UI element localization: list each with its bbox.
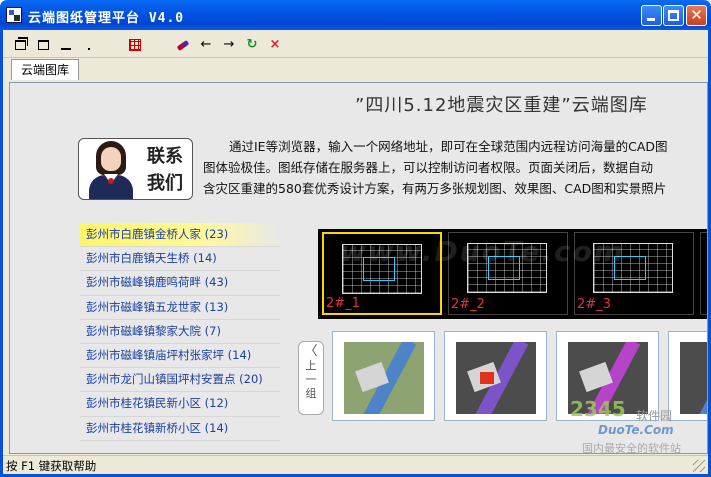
page-title: ”四川5.12地震灾区重建”云端图库	[355, 95, 648, 116]
intro-text: 通过IE等浏览器，输入一个网络地址，即可在全球范围内远程访问海量的CAD图 图体…	[203, 136, 707, 199]
rendering-thumbnail[interactable]	[444, 331, 547, 421]
watermark-logo-text: 2345	[570, 397, 626, 421]
watermark-logo-text: DuoTe.Com	[598, 423, 674, 437]
grid-button[interactable]	[127, 37, 143, 53]
maximize-view-button[interactable]	[35, 37, 51, 53]
minimize-icon	[61, 48, 71, 50]
contact-us-label: 联系我们	[147, 146, 183, 194]
close-button[interactable]: ✕	[686, 5, 707, 26]
tab-bar: 云端图库	[3, 57, 708, 80]
app-icon	[6, 7, 22, 23]
forward-arrow-icon: →	[223, 37, 235, 52]
prev-label-char: 组	[305, 387, 317, 400]
restore-icon	[14, 37, 28, 50]
back-button[interactable]: ←	[198, 37, 214, 53]
stop-button[interactable]: ×	[267, 37, 283, 53]
project-list-item[interactable]: 彭州市磁峰镇庙坪村张家坪 (14)	[80, 344, 280, 369]
previous-group-button[interactable]: 〈 上 一 组	[298, 341, 324, 415]
resize-grip-icon[interactable]	[693, 460, 705, 472]
grid-icon	[129, 39, 141, 51]
refresh-icon: ↻	[246, 37, 258, 52]
project-list-item[interactable]: 彭州市桂花镇民新小区 (12)	[80, 392, 280, 417]
contact-us-button[interactable]: 联系我们	[78, 138, 193, 200]
toolbar: ← → ↻ ×	[3, 33, 708, 57]
cad-thumbnail[interactable]	[700, 232, 707, 315]
prev-label-char: 一	[305, 373, 317, 386]
cad-thumbnail-label: 2#_2	[451, 297, 485, 312]
project-list-item[interactable]: 彭州市磁峰镇五龙世家 (13)	[80, 296, 280, 320]
watermark-logo-text: 国内最安全的软件站	[582, 442, 681, 455]
cad-thumbnail-label: 2#_3	[577, 297, 611, 312]
refresh-button[interactable]: ↻	[244, 37, 260, 53]
restore-button[interactable]	[12, 37, 28, 53]
dot-icon	[88, 48, 90, 50]
minimize-button[interactable]	[641, 5, 662, 26]
minimize-icon	[647, 18, 655, 21]
project-list-item[interactable]: 彭州市龙门山镇国坪村安置点 (20)	[80, 368, 280, 393]
project-list-item[interactable]: 彭州市白鹿镇天生桥 (14)	[80, 247, 280, 272]
back-arrow-icon: ←	[200, 37, 212, 52]
chevron-left-icon: 〈	[304, 344, 318, 359]
rendering-thumbnail[interactable]	[332, 331, 435, 421]
intro-line: 通过IE等浏览器，输入一个网络地址，即可在全球范围内远程访问海量的CAD图	[229, 139, 668, 154]
minimize-view-button[interactable]	[58, 37, 74, 53]
project-list-item[interactable]: 彭州市桂花镇新桥小区 (14)	[80, 417, 280, 441]
project-list-item[interactable]: 彭州市白鹿镇金桥人家 (23)	[80, 223, 280, 248]
pen-button[interactable]	[175, 37, 191, 53]
intro-line: 图体验极佳。图纸存储在服务器上，可以控制访问者权限。页面关闭后，数据自动	[203, 160, 654, 175]
project-list-item[interactable]: 彭州市磁峰镇黎家大院 (7)	[80, 320, 280, 344]
rendering-image	[344, 342, 424, 414]
site-watermark: www.DuoTe.com	[340, 235, 625, 268]
prev-label-char: 上	[305, 359, 317, 372]
duote-logo-watermark: 2345 软件园 DuoTe.Com 国内最安全的软件站	[570, 395, 708, 457]
status-bar: 按 F1 键获取帮助	[3, 455, 708, 474]
maximize-icon	[37, 40, 49, 50]
maximize-icon	[668, 10, 679, 21]
intro-line: 含灾区重建的580套优秀设计方案，有两万多张规划图、效果图、CAD图和实景照片	[203, 181, 667, 196]
customer-service-avatar	[89, 141, 135, 199]
maximize-button[interactable]	[663, 5, 684, 26]
status-text: 按 F1 键获取帮助	[6, 459, 97, 473]
stop-icon: ×	[269, 37, 281, 52]
dot-button[interactable]	[81, 37, 97, 53]
tab-cloud-library[interactable]: 云端图库	[11, 59, 79, 80]
title-bar[interactable]: 云端图纸管理平台 V4.0 ✕	[0, 0, 711, 30]
forward-button[interactable]: →	[221, 37, 237, 53]
project-list: 彭州市白鹿镇金桥人家 (23) 彭州市白鹿镇天生桥 (14) 彭州市磁峰镇鹿鸣荷…	[80, 223, 280, 441]
rendering-image	[456, 342, 536, 414]
cad-thumbnail-label: 2#_1	[326, 296, 360, 311]
close-icon: ✕	[690, 6, 703, 24]
pen-icon	[176, 39, 190, 51]
watermark-logo-text: 软件园	[636, 409, 673, 423]
project-list-item[interactable]: 彭州市磁峰镇鹿鸣荷畔 (43)	[80, 271, 280, 296]
window-title: 云端图纸管理平台 V4.0	[28, 11, 185, 26]
